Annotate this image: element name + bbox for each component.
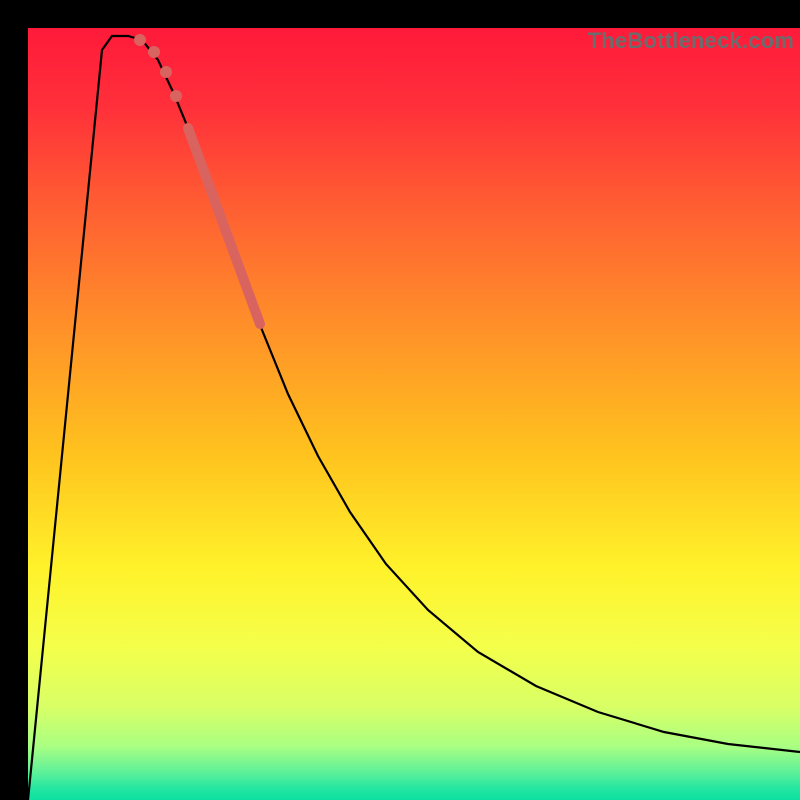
highlight-dot: [170, 90, 182, 102]
highlight-dot: [134, 34, 146, 46]
chart-svg: [28, 28, 800, 800]
chart-plot-area: TheBottleneck.com: [28, 28, 800, 800]
highlight-dot: [148, 46, 160, 58]
watermark-text: TheBottleneck.com: [588, 28, 794, 54]
chart-background: [28, 28, 800, 800]
chart-frame: TheBottleneck.com: [0, 0, 800, 800]
highlight-dot: [160, 66, 172, 78]
